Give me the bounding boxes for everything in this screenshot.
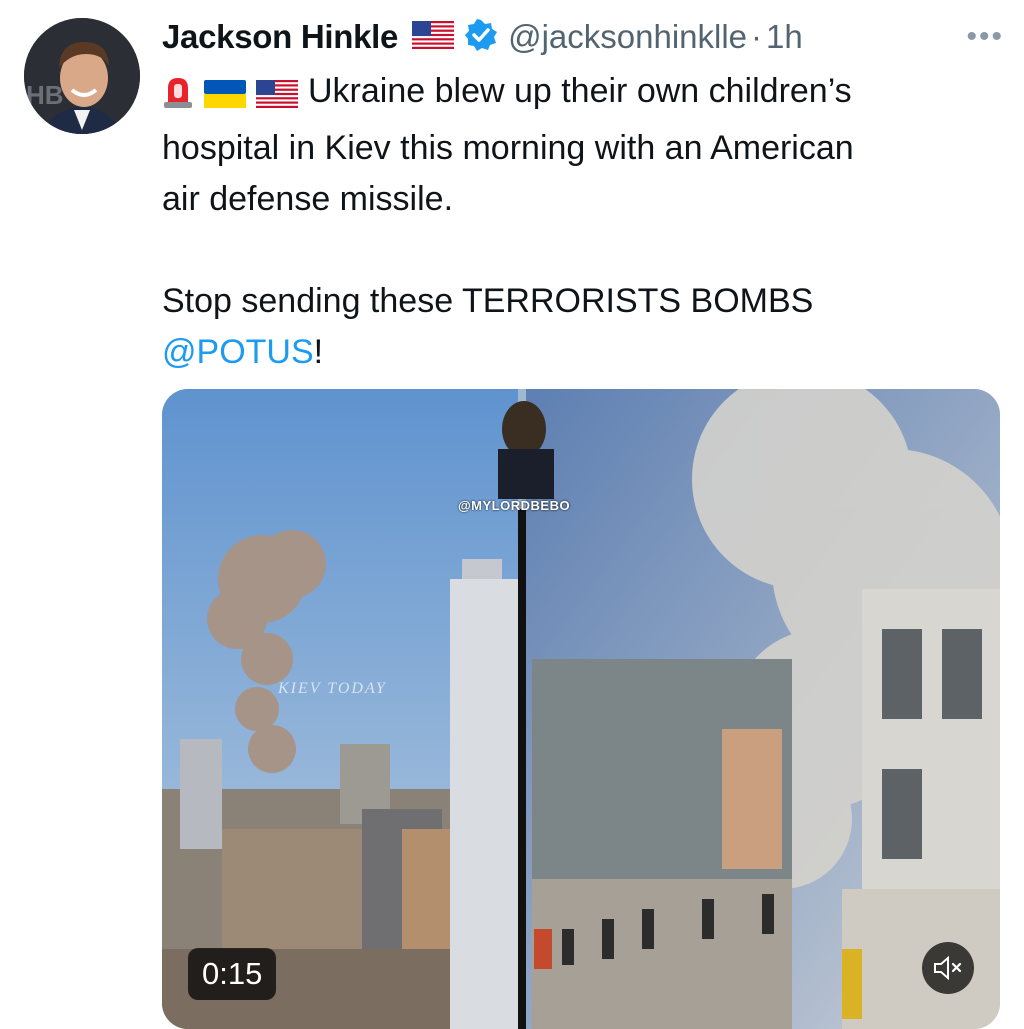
separator-dot: · [751, 18, 763, 55]
us-flag-icon-2 [256, 72, 298, 123]
siren-icon [162, 72, 194, 123]
tweet-header: Jackson Hinkle @jacksonhinklle · 1h ••• [162, 14, 1004, 60]
tweet-text-line-4: Stop sending these TERRORISTS BOMBS [162, 282, 814, 320]
mention-suffix: ! [313, 333, 324, 371]
svg-text:HB: HB [26, 80, 64, 110]
tweet-line-1: Ukraine blew up their own children’s [162, 66, 1002, 123]
tweet-text-line-3: air defense missile. [162, 180, 454, 218]
tweet-line-5: @POTUS! [162, 327, 1002, 378]
author-name[interactable]: Jackson Hinkle [162, 18, 398, 56]
author-handle[interactable]: @jacksonhinklle [508, 18, 747, 56]
kiev-today-watermark: KIEV TODAY [278, 680, 387, 697]
media-watermark: @MYLORDBEBO [458, 498, 571, 513]
mention-link[interactable]: @POTUS [162, 333, 314, 371]
verified-badge-icon [464, 18, 498, 57]
author-avatar[interactable]: HB [24, 18, 140, 134]
speaker-muted-icon[interactable] [922, 942, 974, 994]
tweet-time[interactable]: 1h [766, 18, 803, 56]
tweet-body: Ukraine blew up their own children’s hos… [162, 66, 1002, 378]
video-player[interactable] [162, 389, 1000, 1029]
tweet-text-line-1: Ukraine blew up their own children’s [308, 72, 852, 110]
us-flag-icon [412, 20, 455, 54]
video-duration: 0:15 [188, 948, 277, 1000]
tweet-text-line-2: hospital in Kiev this morning with an Am… [162, 129, 854, 167]
more-options-icon[interactable]: ••• [966, 20, 1004, 54]
ukraine-flag-icon [204, 72, 246, 123]
